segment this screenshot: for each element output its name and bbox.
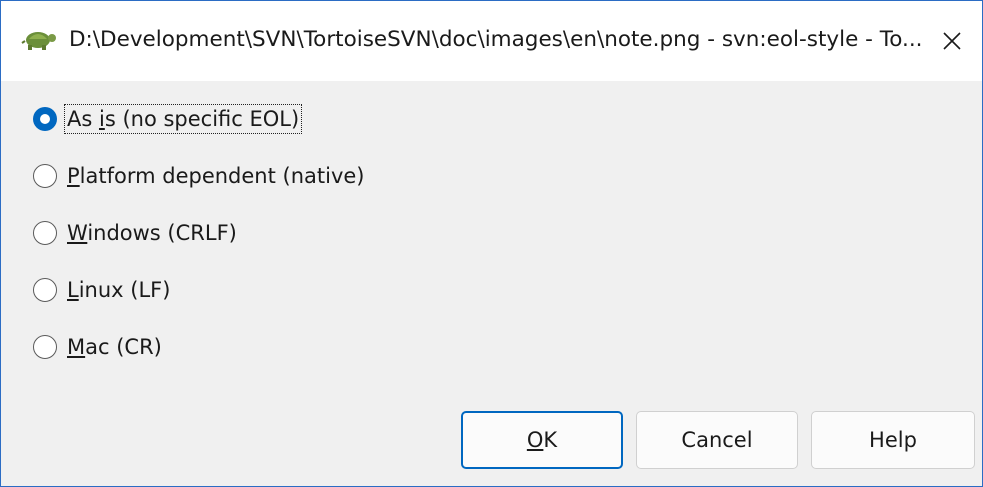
close-icon: [943, 32, 961, 50]
cancel-button[interactable]: Cancel: [636, 411, 798, 469]
window-title: D:\Development\SVN\TortoiseSVN\doc\image…: [69, 27, 923, 52]
help-button[interactable]: Help: [811, 411, 975, 469]
title-bar[interactable]: D:\Development\SVN\TortoiseSVN\doc\image…: [1, 1, 982, 81]
ok-label: K: [543, 428, 558, 452]
help-label: Help: [869, 428, 917, 452]
radio-button[interactable]: [33, 278, 57, 302]
svn-eol-style-dialog: D:\Development\SVN\TortoiseSVN\doc\image…: [0, 0, 983, 487]
radio-label[interactable]: As is (no specific EOL): [64, 104, 303, 134]
radio-option-as-is[interactable]: As is (no specific EOL): [33, 103, 303, 135]
radio-label[interactable]: Linux (LF): [64, 275, 173, 305]
dialog-body: As is (no specific EOL) Platform depende…: [1, 81, 982, 486]
radio-option-mac[interactable]: Mac (CR): [33, 331, 165, 363]
radio-option-windows[interactable]: Windows (CRLF): [33, 217, 240, 249]
radio-label[interactable]: Windows (CRLF): [64, 218, 240, 248]
radio-button[interactable]: [33, 164, 57, 188]
close-button[interactable]: [922, 1, 982, 81]
radio-label[interactable]: Mac (CR): [64, 332, 165, 362]
ok-button[interactable]: OK: [461, 411, 623, 469]
ok-mnemonic: O: [526, 428, 544, 452]
tortoise-icon: [21, 32, 56, 50]
radio-label[interactable]: Platform dependent (native): [64, 161, 368, 191]
radio-button-checked[interactable]: [33, 107, 57, 131]
radio-option-platform[interactable]: Platform dependent (native): [33, 160, 368, 192]
cancel-label: Cancel: [681, 428, 753, 452]
radio-button[interactable]: [33, 221, 57, 245]
radio-option-linux[interactable]: Linux (LF): [33, 274, 173, 306]
radio-button[interactable]: [33, 335, 57, 359]
